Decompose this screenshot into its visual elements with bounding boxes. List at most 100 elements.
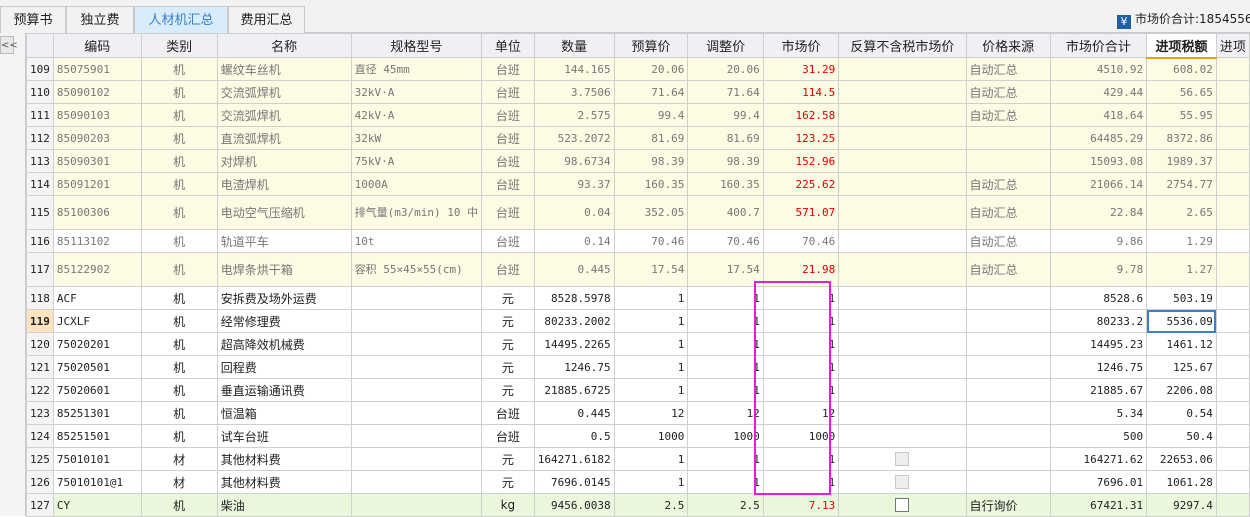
spec-cell[interactable] <box>350 378 483 402</box>
reverse-pretax-checkbox[interactable] <box>895 475 910 490</box>
unit-cell[interactable]: 元 <box>481 332 535 356</box>
market-total-cell[interactable]: 8528.6 <box>1049 286 1148 310</box>
quantity-cell[interactable]: 164271.6182 <box>533 447 615 471</box>
reverse-pretax-cell[interactable] <box>838 286 967 310</box>
unit-cell[interactable]: 元 <box>481 378 535 402</box>
quantity-cell[interactable]: 0.14 <box>533 229 615 253</box>
budget-price-cell[interactable]: 12 <box>613 401 689 425</box>
reverse-pretax-cell[interactable] <box>838 378 967 402</box>
budget-price-cell[interactable]: 17.54 <box>613 252 689 287</box>
code-cell[interactable]: 85100306 <box>52 195 142 230</box>
input-tax-cell[interactable]: 5536.09 <box>1146 309 1217 333</box>
tab-budget-book[interactable]: 预算书 <box>0 6 66 33</box>
code-cell[interactable]: 75020501 <box>52 355 142 379</box>
price-source-cell[interactable]: 自动汇总 <box>965 57 1051 81</box>
quantity-cell[interactable]: 21885.6725 <box>533 378 615 402</box>
input-tax-cell[interactable]: 55.95 <box>1146 103 1217 127</box>
code-cell[interactable]: 85251501 <box>52 424 142 448</box>
spec-cell[interactable] <box>350 424 483 448</box>
price-source-cell[interactable]: 自动汇总 <box>965 229 1051 253</box>
budget-price-cell[interactable]: 1000 <box>613 424 689 448</box>
input-extra-cell[interactable] <box>1215 103 1250 127</box>
code-cell[interactable]: JCXLF <box>52 309 142 333</box>
col-header-name[interactable]: 名称 <box>216 33 352 58</box>
table-row[interactable]: 126 75010101@1 材其他材料费元 7696.0145 1 1 1 7696.01 1… <box>26 470 1250 494</box>
market-price-cell[interactable]: 114.5 <box>762 80 840 104</box>
input-tax-cell[interactable]: 1.29 <box>1146 229 1217 253</box>
table-row[interactable]: 127 CY 机柴油 kg 9456.0038 2.5 2.5 7.13 自行询价 67421.3… <box>26 493 1250 517</box>
spec-cell[interactable] <box>350 401 483 425</box>
reverse-pretax-cell[interactable] <box>838 309 967 333</box>
adjusted-price-cell[interactable]: 81.69 <box>687 126 764 150</box>
budget-price-cell[interactable]: 160.35 <box>613 172 689 196</box>
input-tax-cell[interactable]: 1461.12 <box>1146 332 1217 356</box>
unit-cell[interactable]: kg <box>481 493 535 517</box>
adjusted-price-cell[interactable]: 1 <box>687 470 764 494</box>
market-price-cell[interactable]: 1 <box>762 286 840 310</box>
price-source-cell[interactable] <box>965 470 1051 494</box>
quantity-cell[interactable]: 98.6734 <box>533 149 615 173</box>
input-extra-cell[interactable] <box>1215 80 1250 104</box>
code-cell[interactable]: 85090103 <box>52 103 142 127</box>
unit-cell[interactable]: 台班 <box>481 103 535 127</box>
price-source-cell[interactable] <box>965 126 1051 150</box>
input-extra-cell[interactable] <box>1215 355 1250 379</box>
table-row[interactable]: 118 ACF 机安拆费及场外运费元 8528.5978 1 1 1 8528.6 503.19 <box>26 286 1250 310</box>
name-cell[interactable]: 其他材料费 <box>216 447 352 471</box>
market-total-cell[interactable]: 22.84 <box>1049 195 1148 230</box>
name-cell[interactable]: 试车台班 <box>216 424 352 448</box>
tab-independent-fee[interactable]: 独立费 <box>66 6 134 33</box>
reverse-pretax-cell[interactable] <box>838 149 967 173</box>
table-row[interactable]: 117 85122902 机电焊条烘干箱 容积 55×45×55(cm) 台班 0.445… <box>26 252 1250 287</box>
price-source-cell[interactable] <box>965 401 1051 425</box>
name-cell[interactable]: 超高降效机械费 <box>216 332 352 356</box>
input-extra-cell[interactable] <box>1215 149 1250 173</box>
code-cell[interactable]: 85091201 <box>52 172 142 196</box>
input-extra-cell[interactable] <box>1215 126 1250 150</box>
market-total-cell[interactable]: 164271.62 <box>1049 447 1148 471</box>
name-cell[interactable]: 直流弧焊机 <box>216 126 352 150</box>
input-tax-cell[interactable]: 8372.86 <box>1146 126 1217 150</box>
code-cell[interactable]: 85090301 <box>52 149 142 173</box>
unit-cell[interactable]: 台班 <box>481 401 535 425</box>
table-row[interactable]: 109 85075901 机螺纹车丝机 直径 45mm 台班 144.165 20.06 20… <box>26 57 1250 81</box>
col-header-spec[interactable]: 规格型号 <box>350 33 483 58</box>
input-tax-cell[interactable]: 503.19 <box>1146 286 1217 310</box>
market-total-cell[interactable]: 64485.29 <box>1049 126 1148 150</box>
price-source-cell[interactable]: 自动汇总 <box>965 103 1051 127</box>
market-price-cell[interactable]: 1 <box>762 447 840 471</box>
budget-price-cell[interactable]: 1 <box>613 286 689 310</box>
unit-cell[interactable]: 台班 <box>481 80 535 104</box>
col-header-category[interactable]: 类别 <box>140 33 218 58</box>
market-total-cell[interactable]: 9.78 <box>1049 252 1148 287</box>
unit-cell[interactable]: 元 <box>481 286 535 310</box>
category-cell[interactable]: 机 <box>140 309 218 333</box>
price-source-cell[interactable] <box>965 447 1051 471</box>
category-cell[interactable]: 机 <box>140 103 218 127</box>
quantity-cell[interactable]: 80233.2002 <box>533 309 615 333</box>
input-tax-cell[interactable]: 2.65 <box>1146 195 1217 230</box>
adjusted-price-cell[interactable]: 400.7 <box>687 195 764 230</box>
market-total-cell[interactable]: 14495.23 <box>1049 332 1148 356</box>
quantity-cell[interactable]: 9456.0038 <box>533 493 615 517</box>
input-extra-cell[interactable] <box>1215 401 1250 425</box>
spec-cell[interactable]: 直径 45mm <box>350 57 483 81</box>
market-price-cell[interactable]: 7.13 <box>762 493 840 517</box>
market-total-cell[interactable]: 1246.75 <box>1049 355 1148 379</box>
budget-price-cell[interactable]: 20.06 <box>613 57 689 81</box>
col-header-code[interactable]: 编码 <box>52 33 142 58</box>
table-row[interactable]: 114 85091201 机电渣焊机 1000A 台班 93.37 160.35 160.35… <box>26 172 1250 196</box>
col-header-adjusted-price[interactable]: 调整价 <box>687 33 764 58</box>
category-cell[interactable]: 机 <box>140 355 218 379</box>
category-cell[interactable]: 机 <box>140 229 218 253</box>
table-row[interactable]: 122 75020601 机垂直运输通讯费元 21885.6725 1 1 1 21885.6… <box>26 378 1250 402</box>
table-row[interactable]: 116 85113102 机轨道平车 10t 台班 0.14 70.46 70.46 70.46… <box>26 229 1250 253</box>
price-source-cell[interactable] <box>965 286 1051 310</box>
col-header-input-extra[interactable]: 进项 <box>1215 33 1250 58</box>
col-header-market-total[interactable]: 市场价合计 <box>1049 33 1148 58</box>
spec-cell[interactable]: 1000A <box>350 172 483 196</box>
name-cell[interactable]: 恒温箱 <box>216 401 352 425</box>
spec-cell[interactable] <box>350 493 483 517</box>
market-price-cell[interactable]: 1 <box>762 355 840 379</box>
price-source-cell[interactable]: 自行询价 <box>965 493 1051 517</box>
